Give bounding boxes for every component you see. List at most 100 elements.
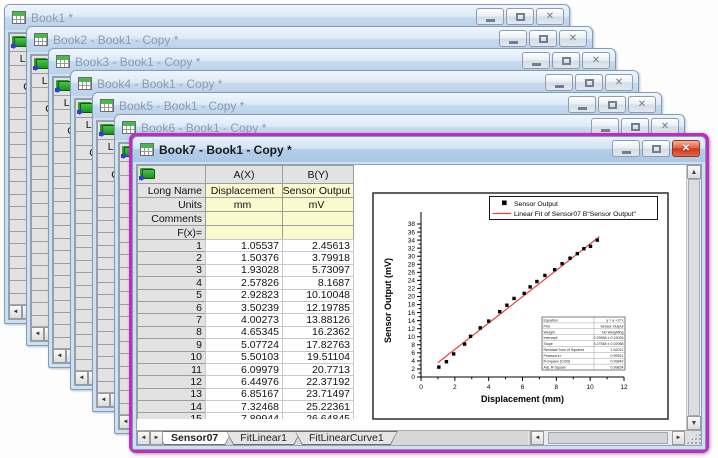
minimize-button[interactable] bbox=[522, 52, 550, 69]
maximize-button[interactable] bbox=[552, 52, 580, 69]
label-data-cell[interactable] bbox=[282, 211, 354, 226]
data-cell[interactable]: 16.2362 bbox=[282, 326, 354, 339]
row-label-cell[interactable]: Comments bbox=[137, 211, 206, 226]
data-cell[interactable]: 1.93028 bbox=[205, 264, 283, 277]
scroll-up-icon[interactable]: ▲ bbox=[687, 165, 701, 179]
row-number-cell[interactable]: 1 bbox=[137, 239, 206, 252]
row-number-cell[interactable]: 11 bbox=[137, 363, 206, 376]
data-cell[interactable]: 3.50239 bbox=[205, 301, 283, 314]
scroll-down-icon[interactable]: ▼ bbox=[687, 416, 701, 430]
row-number-cell[interactable]: 4 bbox=[137, 276, 206, 289]
scroll-left-button[interactable]: ◄ bbox=[531, 431, 544, 445]
data-cell[interactable]: 2.57826 bbox=[205, 276, 283, 289]
maximize-button[interactable] bbox=[506, 8, 534, 25]
embedded-graph[interactable]: 0246810120246810121416182022242628303234… bbox=[372, 192, 669, 420]
label-data-cell[interactable] bbox=[282, 225, 354, 240]
data-cell[interactable]: 25.22361 bbox=[282, 400, 354, 413]
label-data-cell[interactable]: Displacement bbox=[205, 183, 283, 198]
tab-scroll-left-button[interactable]: ◄ bbox=[137, 431, 150, 445]
label-data-cell[interactable] bbox=[205, 225, 283, 240]
data-cell[interactable]: 22.37192 bbox=[282, 375, 354, 388]
vertical-scroll-thumb[interactable] bbox=[688, 179, 700, 416]
data-cell[interactable]: 8.1687 bbox=[282, 276, 354, 289]
sheet-tab-FitLinear1[interactable]: FitLinear1 bbox=[226, 431, 301, 445]
tab-scroll-right-button[interactable]: ► bbox=[150, 431, 163, 445]
workbook-window-book7[interactable]: Book7 - Book1 - Copy * ✕ Long NameUnitsC… bbox=[132, 136, 706, 450]
row-number-cell[interactable]: 13 bbox=[137, 388, 206, 401]
column-header-cell[interactable]: A(X) bbox=[205, 165, 283, 184]
row-label-cell[interactable]: F(x)= bbox=[137, 225, 206, 240]
data-cell[interactable]: 5.73097 bbox=[282, 264, 354, 277]
maximize-button[interactable] bbox=[529, 30, 557, 47]
data-cell[interactable]: 7.89944 bbox=[205, 412, 283, 419]
tab-scroll-left-button[interactable]: ◄ bbox=[31, 327, 44, 341]
column-header-cell[interactable]: B(Y) bbox=[282, 165, 354, 184]
data-cell[interactable]: 5.50103 bbox=[205, 351, 283, 364]
data-cell[interactable]: 2.92823 bbox=[205, 289, 283, 302]
row-number-cell[interactable]: 2 bbox=[137, 251, 206, 264]
vertical-scrollbar[interactable]: ▲ ▼ bbox=[686, 165, 701, 430]
data-cell[interactable]: 6.44976 bbox=[205, 375, 283, 388]
row-number-cell[interactable]: 7 bbox=[137, 313, 206, 326]
data-cell[interactable]: 13.88126 bbox=[282, 313, 354, 326]
window-titlebar[interactable]: Book7 - Book1 - Copy * ✕ bbox=[133, 137, 705, 162]
data-cell[interactable]: 4.00273 bbox=[205, 313, 283, 326]
row-label-cell[interactable]: Units bbox=[137, 197, 206, 212]
data-cell[interactable]: 1.05537 bbox=[205, 239, 283, 252]
row-label-cell[interactable]: Long Name bbox=[137, 183, 206, 198]
data-cell[interactable]: 12.19785 bbox=[282, 301, 354, 314]
data-cell[interactable]: 1.50376 bbox=[205, 251, 283, 264]
sheet-tab-Sensor07[interactable]: Sensor07 bbox=[163, 431, 232, 445]
close-button[interactable]: ✕ bbox=[582, 52, 610, 69]
minimize-button[interactable] bbox=[568, 96, 596, 113]
maximize-button[interactable] bbox=[575, 74, 603, 91]
label-data-cell[interactable]: mm bbox=[205, 197, 283, 212]
scroll-right-button[interactable]: ► bbox=[672, 431, 685, 445]
tab-scroll-left-button[interactable]: ◄ bbox=[97, 393, 110, 407]
tab-scroll-left-button[interactable]: ◄ bbox=[53, 349, 66, 363]
data-cell[interactable]: 6.09979 bbox=[205, 363, 283, 376]
resize-grip[interactable] bbox=[685, 431, 701, 445]
data-cell[interactable]: 3.79918 bbox=[282, 251, 354, 264]
data-cell[interactable]: 26.64845 bbox=[282, 412, 354, 419]
data-cell[interactable]: 6.85167 bbox=[205, 388, 283, 401]
minimize-button[interactable] bbox=[612, 140, 640, 157]
data-cell[interactable]: 17.82763 bbox=[282, 338, 354, 351]
close-button[interactable]: ✕ bbox=[559, 30, 587, 47]
data-cell[interactable]: 10.10048 bbox=[282, 289, 354, 302]
data-cell[interactable]: 20.7713 bbox=[282, 363, 354, 376]
row-number-cell[interactable]: 10 bbox=[137, 351, 206, 364]
row-number-cell[interactable]: 3 bbox=[137, 264, 206, 277]
row-number-cell[interactable]: 5 bbox=[137, 289, 206, 302]
corner-cell[interactable] bbox=[137, 165, 206, 184]
row-number-cell[interactable]: 14 bbox=[137, 400, 206, 413]
data-cell[interactable]: 7.32468 bbox=[205, 400, 283, 413]
maximize-button[interactable] bbox=[642, 140, 670, 157]
row-number-cell[interactable]: 12 bbox=[137, 375, 206, 388]
close-button[interactable]: ✕ bbox=[605, 74, 633, 91]
minimize-button[interactable] bbox=[476, 8, 504, 25]
data-cell[interactable]: 23.71497 bbox=[282, 388, 354, 401]
minimize-button[interactable] bbox=[499, 30, 527, 47]
label-data-cell[interactable]: Sensor Output bbox=[282, 183, 354, 198]
data-cell[interactable]: 19.51104 bbox=[282, 351, 354, 364]
data-cell[interactable]: 5.07724 bbox=[205, 338, 283, 351]
data-cell[interactable]: 4.65345 bbox=[205, 326, 283, 339]
minimize-button[interactable] bbox=[545, 74, 573, 91]
row-number-cell[interactable]: 15 bbox=[137, 412, 206, 419]
horizontal-scrollbar[interactable] bbox=[544, 431, 672, 445]
sheet-tab-FitLinearCurve1[interactable]: FitLinearCurve1 bbox=[295, 431, 398, 445]
label-data-cell[interactable] bbox=[205, 211, 283, 226]
close-button[interactable]: ✕ bbox=[672, 140, 700, 157]
label-data-cell[interactable]: mV bbox=[282, 197, 354, 212]
close-button[interactable]: ✕ bbox=[536, 8, 564, 25]
maximize-button[interactable] bbox=[598, 96, 626, 113]
horizontal-scroll-thumb[interactable] bbox=[548, 432, 668, 444]
tab-scroll-left-button[interactable]: ◄ bbox=[75, 371, 88, 385]
row-number-cell[interactable]: 6 bbox=[137, 301, 206, 314]
close-button[interactable]: ✕ bbox=[628, 96, 656, 113]
row-number-cell[interactable]: 9 bbox=[137, 338, 206, 351]
data-cell[interactable]: 2.45613 bbox=[282, 239, 354, 252]
row-number-cell[interactable]: 8 bbox=[137, 326, 206, 339]
tab-scroll-left-button[interactable]: ◄ bbox=[9, 305, 22, 319]
